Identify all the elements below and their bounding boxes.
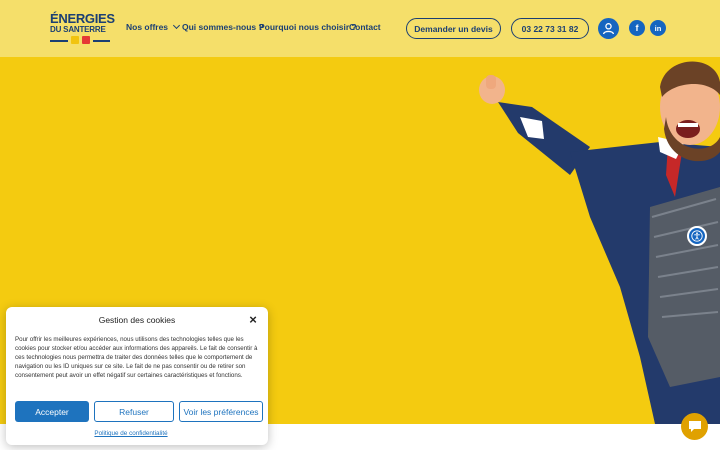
logo-title: ÉNERGIES [50, 11, 115, 26]
logo[interactable]: ÉNERGIES DU SANTERRE [48, 11, 115, 46]
nav-item-qui-sommes-nous[interactable]: Qui sommes-nous ? [182, 22, 264, 32]
linkedin-glyph: in [654, 23, 662, 33]
cookie-banner: Gestion des cookies × Pour offrir les me… [6, 307, 268, 445]
cookie-description: Pour offrir les meilleures expériences, … [15, 336, 258, 379]
chevron-down-icon [173, 21, 181, 30]
privacy-policy-link[interactable]: Politique de confidentialité [6, 430, 256, 437]
facebook-glyph: f [635, 23, 639, 33]
facebook-icon[interactable]: f [629, 20, 645, 36]
user-icon[interactable] [598, 18, 619, 39]
chat-button[interactable] [681, 413, 708, 440]
cookie-title: Gestion des cookies [98, 315, 176, 325]
preferences-button[interactable]: Voir les préférences [179, 401, 263, 422]
accept-button[interactable]: Accepter [15, 401, 89, 422]
logo-divider [93, 40, 110, 42]
accessibility-button[interactable] [687, 226, 707, 246]
refuse-button[interactable]: Refuser [94, 401, 174, 422]
site-header: ÉNERGIES DU SANTERRE Nos offres Qui somm… [0, 0, 720, 57]
chat-icon [688, 421, 701, 432]
logo-subtitle: DU SANTERRE [50, 25, 106, 34]
phone-button[interactable]: 03 22 73 31 82 [511, 18, 589, 39]
linkedin-icon[interactable]: in [650, 20, 666, 36]
hero-image [479, 61, 720, 424]
quote-button[interactable]: Demander un devis [406, 18, 501, 39]
accessibility-icon [691, 230, 703, 242]
nav-item-offres[interactable]: Nos offres [126, 21, 181, 32]
bulb-icon [71, 36, 79, 44]
nav-item-pourquoi[interactable]: Pourquoi nous choisir ? [259, 22, 357, 32]
nav-item-contact[interactable]: Contact [349, 22, 381, 32]
nav-item-label: Nos offres [126, 22, 169, 32]
logo-divider [50, 40, 68, 42]
close-icon[interactable]: × [247, 313, 259, 326]
bolt-icon [82, 36, 90, 44]
